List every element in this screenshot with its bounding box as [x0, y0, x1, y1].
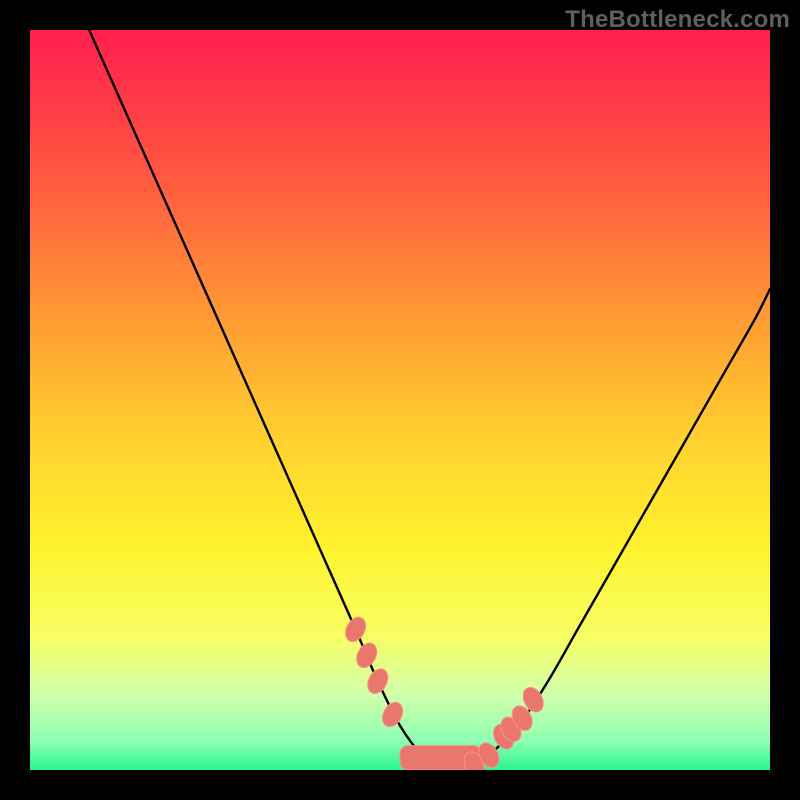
chart-frame: TheBottleneck.com [0, 0, 800, 800]
plot-background [30, 30, 770, 770]
watermark-text: TheBottleneck.com [565, 6, 790, 34]
bottleneck-chart [30, 30, 770, 770]
